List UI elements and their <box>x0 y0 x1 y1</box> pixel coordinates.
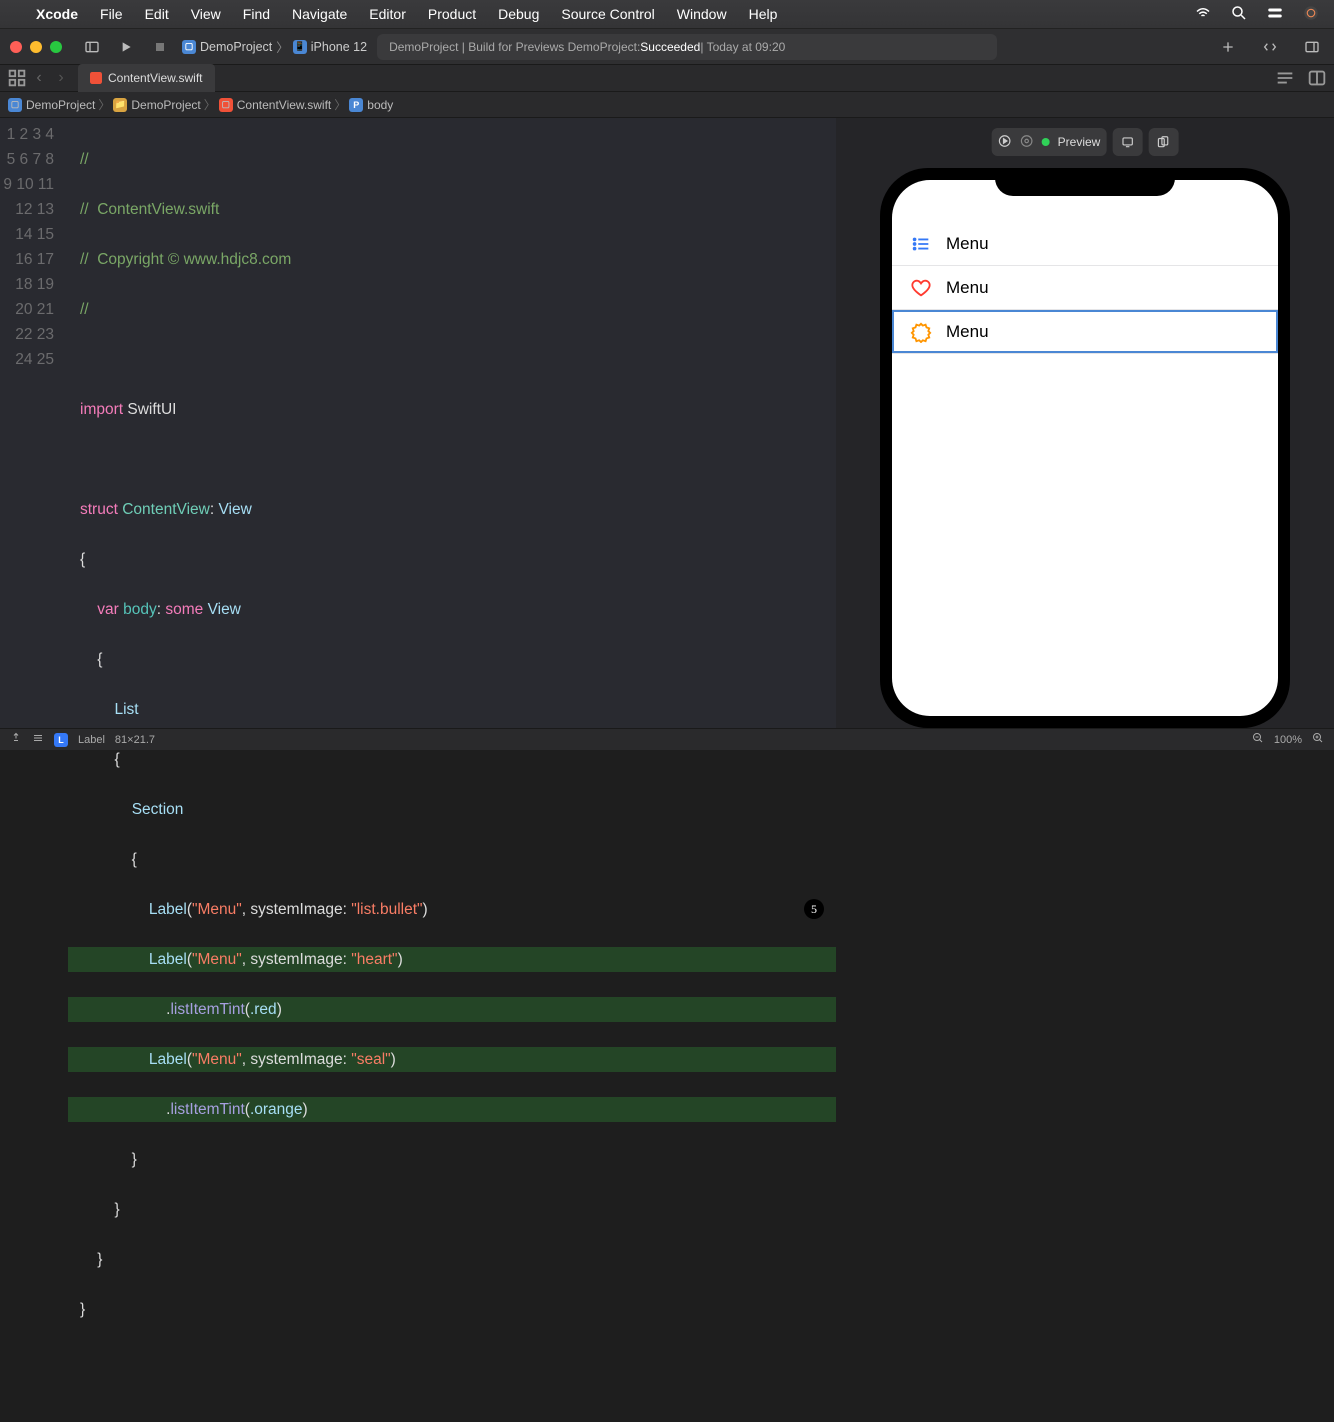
list-row-selected[interactable]: Menu <box>892 310 1278 354</box>
editor-tabbar: ‹ › ContentView.swift <box>0 64 1334 92</box>
menu-view[interactable]: View <box>191 6 221 22</box>
zoom-window-button[interactable] <box>50 41 62 53</box>
jumpbar-file[interactable]: ▢ContentView.swift <box>219 98 332 112</box>
seal-icon <box>910 321 932 343</box>
scheme-device-label: iPhone 12 <box>311 40 367 54</box>
go-back-button[interactable]: ‹ <box>28 67 50 89</box>
heart-icon <box>910 277 932 299</box>
menu-window[interactable]: Window <box>677 6 727 22</box>
activity-status: DemoProject | Build for Previews DemoPro… <box>377 34 997 60</box>
jumpbar-folder[interactable]: 📁DemoProject <box>113 98 200 112</box>
selected-element-label: Label <box>78 734 105 746</box>
menu-product[interactable]: Product <box>428 6 476 22</box>
control-center-icon[interactable] <box>1266 4 1284 25</box>
selectable-preview-button[interactable] <box>1020 134 1034 151</box>
list-row-label: Menu <box>946 234 989 254</box>
device-screen[interactable]: Menu Menu Menu <box>892 180 1278 716</box>
live-indicator-icon <box>1042 138 1050 146</box>
toggle-inspector-button[interactable] <box>1300 35 1324 59</box>
preview-label: Preview <box>1058 135 1101 149</box>
preview-controls-segment: Preview <box>992 128 1107 156</box>
list-row[interactable]: Menu <box>892 266 1278 310</box>
preview-list-button[interactable] <box>32 732 44 747</box>
menu-source-control[interactable]: Source Control <box>561 6 654 22</box>
list-row-label: Menu <box>946 322 989 342</box>
xcode-toolbar: ▢ DemoProject 〉 📱 iPhone 12 DemoProject … <box>0 28 1334 64</box>
list-bullet-icon <box>910 233 932 255</box>
zoom-level[interactable]: 100% <box>1274 734 1302 746</box>
menu-editor[interactable]: Editor <box>369 6 406 22</box>
editor-options-button[interactable] <box>1274 67 1296 89</box>
preview-device-button[interactable] <box>1112 128 1142 156</box>
app-menu[interactable]: Xcode <box>36 6 78 22</box>
siri-icon[interactable] <box>1302 4 1320 25</box>
preview-list: Menu Menu Menu <box>892 180 1278 354</box>
menu-navigate[interactable]: Navigate <box>292 6 347 22</box>
issue-badge[interactable]: 5 <box>804 899 824 919</box>
window-controls <box>10 41 62 53</box>
run-button[interactable] <box>114 35 138 59</box>
close-window-button[interactable] <box>10 41 22 53</box>
adjust-editor-button[interactable] <box>1306 67 1328 89</box>
menu-edit[interactable]: Edit <box>145 6 169 22</box>
go-forward-button[interactable]: › <box>50 67 72 89</box>
minimize-window-button[interactable] <box>30 41 42 53</box>
list-row-label: Menu <box>946 278 989 298</box>
menu-help[interactable]: Help <box>749 6 778 22</box>
wifi-icon[interactable] <box>1194 4 1212 25</box>
spotlight-icon[interactable] <box>1230 4 1248 25</box>
pin-preview-button[interactable] <box>10 732 22 747</box>
add-button[interactable] <box>1216 35 1240 59</box>
canvas-statusbar: L Label 81×21.7 100% <box>0 728 1334 750</box>
list-row[interactable]: Menu <box>892 222 1278 266</box>
zoom-in-button[interactable] <box>1312 732 1324 747</box>
source-editor[interactable]: 1 2 3 4 5 6 7 8 9 10 11 12 13 14 15 16 1… <box>0 118 836 728</box>
selected-element-size: 81×21.7 <box>115 734 155 746</box>
menu-find[interactable]: Find <box>243 6 270 22</box>
code-area[interactable]: // // ContentView.swift // Copyright © w… <box>68 118 836 728</box>
preview-variants-button[interactable] <box>1148 128 1178 156</box>
device-frame: Menu Menu Menu <box>880 168 1290 728</box>
menu-file[interactable]: File <box>100 6 123 22</box>
status-result: Succeeded <box>640 40 700 54</box>
line-gutter: 1 2 3 4 5 6 7 8 9 10 11 12 13 14 15 16 1… <box>0 118 68 728</box>
tab-filename: ContentView.swift <box>108 71 203 85</box>
scheme-project-label: DemoProject <box>200 40 272 54</box>
device-notch <box>995 168 1175 196</box>
status-prefix: DemoProject | Build for Previews DemoPro… <box>389 40 640 54</box>
live-preview-button[interactable] <box>998 134 1012 151</box>
macos-menubar: Xcode File Edit View Find Navigate Edito… <box>0 0 1334 28</box>
preview-toolbar: Preview <box>992 128 1179 156</box>
toggle-navigator-button[interactable] <box>80 35 104 59</box>
tab-contentview[interactable]: ContentView.swift <box>78 64 215 92</box>
label-element-icon: L <box>54 733 68 747</box>
status-time: | Today at 09:20 <box>700 40 785 54</box>
scheme-selector[interactable]: ▢ DemoProject 〉 📱 iPhone 12 <box>182 37 367 56</box>
swift-file-icon <box>90 72 102 84</box>
jumpbar-symbol[interactable]: Pbody <box>349 98 393 112</box>
related-items-button[interactable] <box>6 67 28 89</box>
code-review-button[interactable] <box>1258 35 1282 59</box>
jumpbar-project[interactable]: ▢DemoProject <box>8 98 95 112</box>
jump-bar[interactable]: ▢DemoProject 〉 📁DemoProject 〉 ▢ContentVi… <box>0 92 1334 118</box>
zoom-out-button[interactable] <box>1252 732 1264 747</box>
preview-canvas: Preview Menu Menu <box>836 118 1334 728</box>
stop-button[interactable] <box>148 35 172 59</box>
menu-debug[interactable]: Debug <box>498 6 539 22</box>
